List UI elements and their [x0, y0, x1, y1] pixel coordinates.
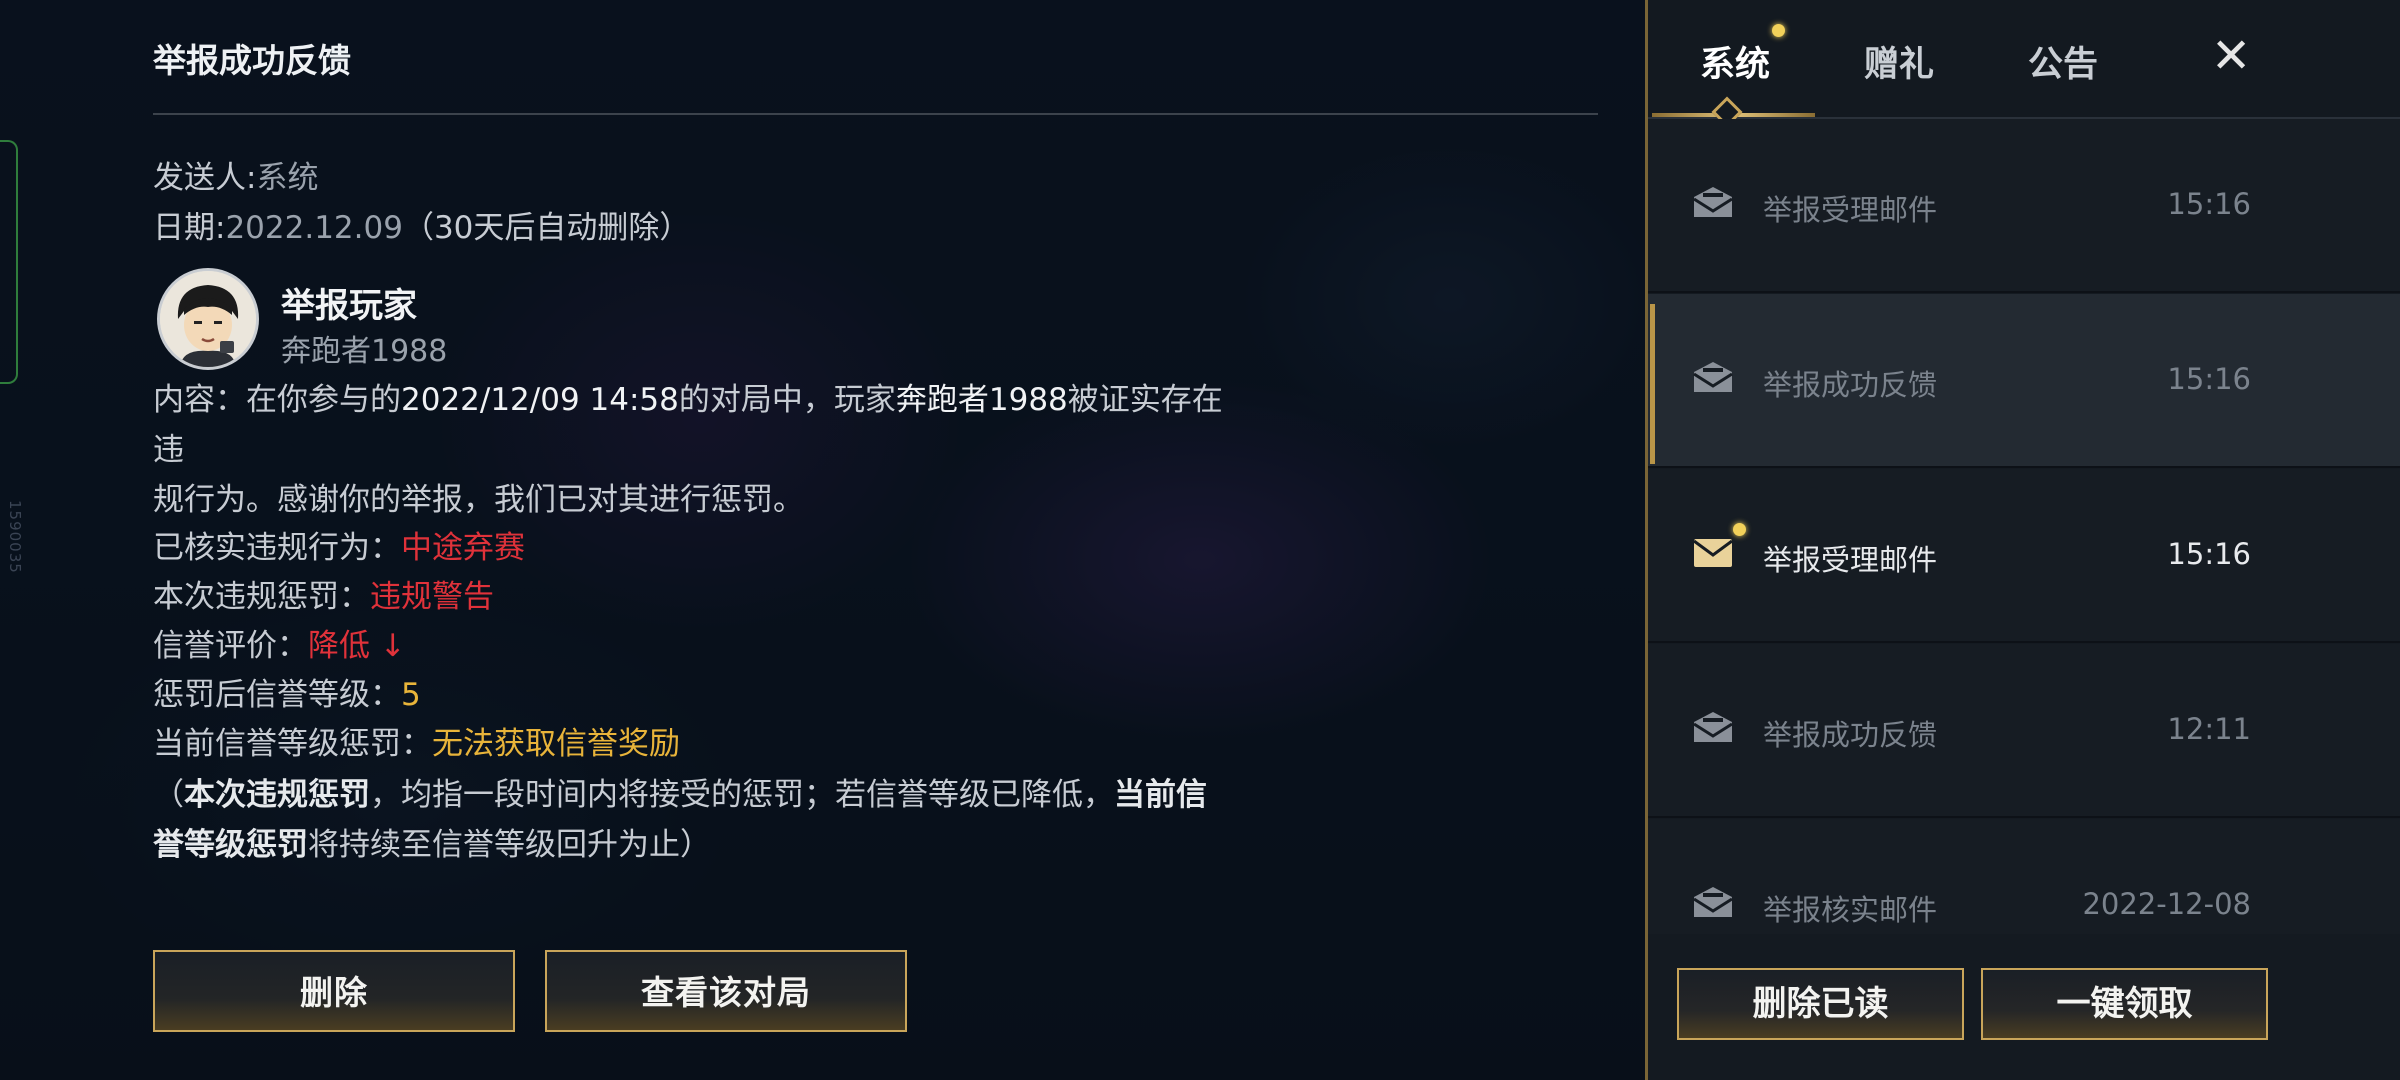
penalty-row: 本次违规惩罚：违规警告 — [153, 571, 494, 616]
mail-item-time: 2022-12-08 — [2082, 887, 2251, 921]
note-open: （ — [153, 777, 184, 813]
mail-item-label: 举报受理邮件 — [1763, 193, 1938, 227]
mail-title: 举报成功反馈 — [153, 41, 351, 80]
reporter-name: 奔跑者1988 — [281, 334, 448, 369]
claim-all-button[interactable]: 一键领取 — [1981, 968, 2268, 1040]
note-mid: ，均指一段时间内将接受的惩罚；若信誉等级已降低， — [370, 777, 1114, 813]
penalty-row-key: 本次违规惩罚： — [153, 579, 370, 615]
tab-system[interactable]: 系统 — [1700, 36, 1770, 87]
penalty-row-key: 已核实违规行为： — [153, 530, 401, 566]
content-intro: 内容：在你参与的 — [153, 382, 401, 418]
mail-item-time: 15:16 — [2167, 537, 2251, 571]
sender-key: 发送人: — [153, 160, 257, 196]
tab-notice[interactable]: 公告 — [2028, 36, 2098, 87]
penalty-row-value: 降低 ↓ — [308, 628, 406, 664]
content-time: 2022/12/09 14:58 — [401, 382, 679, 418]
sender-value: 系统 — [256, 160, 319, 196]
mail-item-label: 举报受理邮件 — [1763, 543, 1938, 577]
mail-item-time: 15:16 — [2167, 362, 2251, 396]
penalty-row-key: 当前信誉等级惩罚： — [153, 726, 432, 762]
mail-item-label: 举报成功反馈 — [1763, 368, 1938, 402]
unread-dot — [1733, 523, 1746, 536]
side-frame-bracket — [0, 140, 18, 384]
mail-item-label: 举报核实邮件 — [1763, 893, 1938, 927]
envelope-closed-icon — [1693, 539, 1733, 567]
penalty-row: 惩罚后信誉等级：5 — [153, 669, 421, 714]
view-match-button[interactable]: 查看该对局 — [545, 950, 907, 1032]
mail-item-time: 12:11 — [2167, 712, 2251, 746]
delete-button[interactable]: 删除 — [153, 950, 515, 1032]
mail-panel: 系统 赠礼 公告 ✕ 举报受理邮件 15:16 举报成功反馈 15:16 举报受理邮件 1… — [1645, 0, 2400, 1080]
mail-detail: 举报成功反馈 发送人:系统 日期:2022.12.09（30天后自动删除） 举报… — [153, 0, 1603, 1080]
sender-line: 发送人:系统 — [153, 152, 318, 197]
mail-item-label: 举报成功反馈 — [1763, 718, 1938, 752]
mail-list-item[interactable]: 举报成功反馈 15:16 — [1648, 294, 2400, 468]
title-divider — [153, 113, 1598, 115]
mail-list[interactable]: 举报受理邮件 15:16 举报成功反馈 15:16 举报受理邮件 15:16 举报成功反馈 1… — [1648, 119, 2400, 934]
date-value: 2022.12.09 — [225, 210, 403, 246]
tab-system-notification-dot — [1772, 24, 1785, 37]
penalty-note: （本次违规惩罚，均指一段时间内将接受的惩罚；若信誉等级已降低，当前信 誉等级惩罚… — [153, 770, 1253, 870]
penalty-row-value: 违规警告 — [370, 579, 494, 615]
penalty-row-key: 惩罚后信誉等级： — [153, 677, 401, 713]
mail-item-time: 15:16 — [2167, 187, 2251, 221]
date-key: 日期: — [153, 210, 226, 246]
penalty-row-key: 信誉评价： — [153, 628, 308, 664]
envelope-open-icon — [1693, 712, 1733, 742]
tab-gift[interactable]: 赠礼 — [1864, 36, 1934, 87]
mail-list-item[interactable]: 举报受理邮件 15:16 — [1648, 469, 2400, 643]
penalty-row: 信誉评价：降低 ↓ — [153, 620, 406, 665]
close-icon[interactable]: ✕ — [2211, 30, 2251, 82]
note-bold-1: 本次违规惩罚 — [184, 777, 370, 813]
reporter-title: 举报玩家 — [281, 286, 417, 326]
envelope-open-icon — [1693, 187, 1733, 217]
note-tail: 将持续至信誉等级回升为止） — [308, 827, 711, 863]
penalty-row-value: 无法获取信誉奖励 — [432, 726, 680, 762]
penalty-row: 已核实违规行为：中途弃赛 — [153, 522, 525, 567]
date-note: （30天后自动删除） — [402, 210, 691, 246]
delete-read-button[interactable]: 删除已读 — [1677, 968, 1964, 1040]
content-paragraph: 内容：在你参与的2022/12/09 14:58的对局中，玩家奔跑者1988被证… — [153, 375, 1253, 525]
note-line-2: 誉等级惩罚将持续至信誉等级回升为止） — [153, 820, 1253, 870]
envelope-open-icon — [1693, 362, 1733, 392]
note-line-1: （本次违规惩罚，均指一段时间内将接受的惩罚；若信誉等级已降低，当前信 — [153, 770, 1253, 820]
content-line-1: 内容：在你参与的2022/12/09 14:58的对局中，玩家奔跑者1988被证… — [153, 375, 1253, 475]
mail-list-item[interactable]: 举报受理邮件 15:16 — [1648, 119, 2400, 293]
penalty-row-value: 5 — [401, 677, 421, 713]
mail-tabs: 系统 赠礼 公告 ✕ — [1648, 0, 2400, 128]
mail-list-item[interactable]: 举报成功反馈 12:11 — [1648, 644, 2400, 818]
date-line: 日期:2022.12.09（30天后自动删除） — [153, 202, 690, 247]
content-mid: 的对局中，玩家 — [678, 382, 896, 418]
penalty-row: 当前信誉等级惩罚：无法获取信誉奖励 — [153, 718, 680, 763]
note-bold-2b: 誉等级惩罚 — [153, 827, 308, 863]
note-bold-2a: 当前信 — [1114, 777, 1207, 813]
content-player: 奔跑者1988 — [895, 382, 1068, 418]
penalty-row-value: 中途弃赛 — [401, 530, 525, 566]
content-line-2: 规行为。感谢你的举报，我们已对其进行惩罚。 — [153, 482, 804, 518]
reporter-avatar — [157, 268, 259, 370]
edge-id-text: 1590035 — [6, 500, 24, 574]
envelope-open-icon — [1693, 887, 1733, 917]
mail-list-item[interactable]: 举报核实邮件 2022-12-08 — [1648, 819, 2400, 934]
avatar-face-icon — [160, 271, 256, 367]
selected-indicator — [1650, 304, 1655, 464]
